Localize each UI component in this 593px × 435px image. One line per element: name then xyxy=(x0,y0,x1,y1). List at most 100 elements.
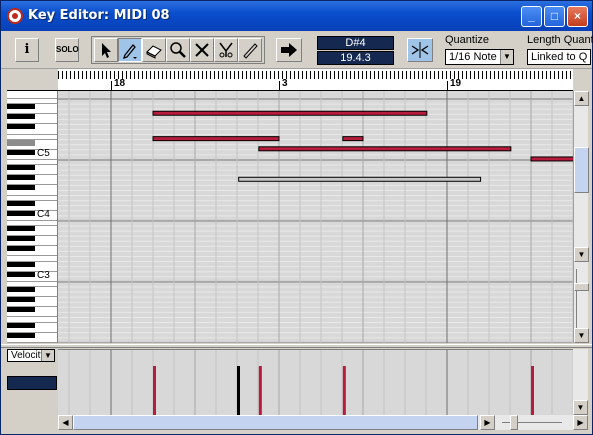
ruler-corner xyxy=(7,69,58,91)
ruler-tick xyxy=(111,81,112,90)
black-key[interactable] xyxy=(7,332,35,338)
midi-note xyxy=(258,146,512,152)
vertical-zoom-track[interactable] xyxy=(576,269,587,329)
black-key[interactable] xyxy=(7,210,35,216)
length-quantize-label: Length Quant xyxy=(527,34,593,46)
note-grid[interactable] xyxy=(58,91,573,343)
quantize-select[interactable]: 1/16 Note ▼ xyxy=(445,49,514,65)
highlighted-key[interactable] xyxy=(7,139,35,146)
ruler-tick xyxy=(447,81,448,90)
close-button[interactable]: × xyxy=(567,6,588,27)
white-key-divider xyxy=(7,194,57,196)
minimize-button[interactable]: _ xyxy=(521,6,542,27)
arrow-tool-icon[interactable] xyxy=(94,38,118,62)
info-button[interactable]: i xyxy=(15,38,39,62)
black-key[interactable] xyxy=(7,236,35,242)
ruler-label: 18 xyxy=(114,78,126,89)
black-key[interactable] xyxy=(7,307,35,313)
white-key-divider xyxy=(7,255,57,257)
vertical-scroll-thumb[interactable] xyxy=(574,147,589,193)
black-key[interactable] xyxy=(7,114,35,120)
title-bar[interactable]: Key Editor: MIDI 08 _ □ × xyxy=(1,1,592,31)
length-quantize-value: Linked to Q xyxy=(531,51,588,63)
black-key[interactable] xyxy=(7,200,35,206)
ruler-label: 3 xyxy=(282,78,288,89)
black-key[interactable] xyxy=(7,104,35,110)
horizontal-zoom-thumb[interactable] xyxy=(510,415,518,430)
vertical-scrollbar[interactable]: ▲ ▼ ▼ xyxy=(573,91,589,343)
snap-button[interactable] xyxy=(407,38,433,62)
white-key-divider xyxy=(7,316,57,318)
scroll-up-icon[interactable]: ▲ xyxy=(574,91,589,106)
magnifier-tool-icon[interactable] xyxy=(166,38,190,62)
white-key-divider xyxy=(7,219,57,221)
scroll-right-icon[interactable]: ▶ xyxy=(480,415,495,430)
velocity-bar xyxy=(153,366,156,415)
black-key[interactable] xyxy=(7,322,35,328)
cubase-app-icon xyxy=(7,8,23,24)
scroll-left-icon[interactable]: ◀ xyxy=(58,415,73,430)
solo-button[interactable]: SOLO xyxy=(55,38,79,62)
eraser-tool-icon[interactable] xyxy=(142,38,166,62)
octave-label: C4 xyxy=(37,208,50,220)
scroll-down-icon[interactable]: ▼ xyxy=(574,247,589,262)
black-key[interactable] xyxy=(7,175,35,181)
black-key[interactable] xyxy=(7,297,35,303)
time-ruler[interactable]: 183193203 xyxy=(58,69,573,91)
length-quantize-select[interactable]: Linked to Q xyxy=(527,49,591,65)
black-key[interactable] xyxy=(7,261,35,267)
controller-value-display xyxy=(7,376,57,390)
zoom-in-icon[interactable]: ▶ xyxy=(573,415,588,430)
selected-midi-note xyxy=(238,176,482,182)
black-key[interactable] xyxy=(7,287,35,293)
velocity-lane[interactable] xyxy=(58,349,573,415)
position-display[interactable]: 19.4.3 xyxy=(317,51,394,65)
ruler-beat-marks xyxy=(58,71,573,79)
controller-lane-header: Velocity ▼ xyxy=(7,349,58,415)
midi-note xyxy=(342,136,364,142)
black-key[interactable] xyxy=(7,271,35,277)
midi-note xyxy=(530,156,573,162)
note-grid-canvas[interactable] xyxy=(58,91,573,343)
velocity-bar xyxy=(258,366,262,415)
black-key[interactable] xyxy=(7,149,35,155)
black-key[interactable] xyxy=(7,185,35,191)
key-editor-window: Key Editor: MIDI 08 _ □ × i SOLO D#4 19.… xyxy=(0,0,593,435)
octave-label: C3 xyxy=(37,269,50,281)
ruler-tick xyxy=(279,81,280,90)
quantize-value: 1/16 Note xyxy=(449,51,497,63)
velocity-lane-canvas[interactable] xyxy=(58,350,573,415)
midi-note xyxy=(152,110,428,116)
split-tool-icon[interactable] xyxy=(214,38,238,62)
toolbar: i SOLO D#4 19.4.3 Quantize 1/16 Note ▼ L… xyxy=(1,31,593,69)
black-key[interactable] xyxy=(7,246,35,252)
zoom-down-icon[interactable]: ▼ xyxy=(574,328,589,343)
chevron-down-icon: ▼ xyxy=(500,50,513,64)
pencil-tool-icon[interactable] xyxy=(118,38,142,62)
black-key[interactable] xyxy=(7,124,35,130)
white-key-divider xyxy=(7,98,57,99)
velocity-lane-scroll[interactable]: ▼ xyxy=(573,349,588,415)
velocity-bar xyxy=(342,366,346,415)
piano-keyboard[interactable]: C5 C4 C3 xyxy=(7,91,58,343)
white-key-divider xyxy=(7,158,57,160)
lane-splitter[interactable] xyxy=(1,344,592,348)
horizontal-scrollbar[interactable]: ◀ ▶ ▶ xyxy=(58,415,588,430)
horizontal-scroll-thumb[interactable] xyxy=(73,415,478,430)
black-key[interactable] xyxy=(7,165,35,171)
quantize-label: Quantize xyxy=(445,34,490,46)
white-key-divider xyxy=(7,133,57,135)
mute-tool-icon[interactable] xyxy=(190,38,214,62)
scroll-down-icon[interactable]: ▼ xyxy=(573,400,588,415)
autoscroll-button[interactable] xyxy=(276,38,302,62)
velocity-bar xyxy=(237,366,240,415)
vertical-zoom-thumb[interactable] xyxy=(574,283,589,291)
maximize-button[interactable]: □ xyxy=(544,6,565,27)
white-key-divider xyxy=(7,341,57,343)
ruler-right-corner xyxy=(573,69,588,91)
controller-type-select[interactable]: Velocity ▼ xyxy=(7,349,55,362)
line-tool-icon[interactable] xyxy=(238,38,262,62)
velocity-bar xyxy=(531,366,534,415)
black-key[interactable] xyxy=(7,226,35,232)
pitch-display[interactable]: D#4 xyxy=(317,36,394,50)
